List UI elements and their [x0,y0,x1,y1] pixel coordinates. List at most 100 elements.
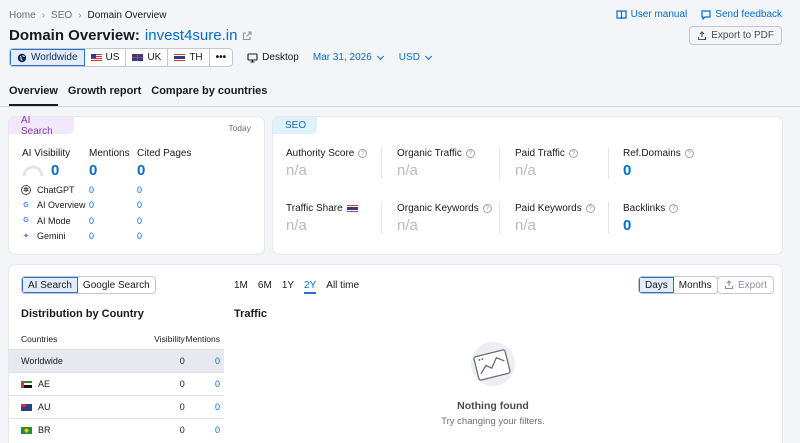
region-label: UK [147,52,162,63]
breadcrumb-home[interactable]: Home [9,10,36,21]
mentions-cell[interactable]: 0 [185,402,224,412]
mentions-cell[interactable]: 0 [185,425,224,435]
book-icon [615,9,627,19]
platform-cited[interactable]: 0 [137,185,142,195]
mentions-value[interactable]: 0 [89,162,97,179]
platform-mentions[interactable]: 0 [89,231,137,241]
ai-platform-list: ✲ ChatGPT 0 0 G AI Overview 0 0 G AI Mod… [21,182,251,244]
region-worldwide[interactable]: Worldwide [10,49,85,66]
months-toggle[interactable]: Months [674,277,717,293]
ai-search-details-card: AI Search Google Search 1M 6M 1Y 2Y All … [9,265,782,443]
us-flag-icon [90,54,102,61]
tab-compare-by-countries[interactable]: Compare by countries [151,85,267,106]
export-label: Export [738,279,767,291]
range-1m[interactable]: 1M [234,280,248,294]
currency-selector[interactable]: USD [399,52,432,63]
visibility-cell: 0 [179,356,185,366]
table-row[interactable]: Worldwide 0 0 [9,349,224,372]
table-header: Countries Visibility Mentions [9,329,224,349]
seo-tag: SEO [273,117,317,134]
range-6m[interactable]: 6M [258,280,272,294]
chevron-down-icon [424,52,432,60]
metric-value[interactable]: 0 [623,217,678,234]
table-row[interactable]: AE 0 0 [9,372,224,395]
distribution-title: Distribution by Country [21,308,144,320]
region-label: TH [189,52,203,63]
visibility-cell: 0 [179,379,185,389]
paid-keywords-metric: Paid Keywords? n/a [515,203,595,234]
platform-cited[interactable]: 0 [137,231,142,241]
info-icon[interactable]: ? [568,149,578,158]
ai-search-toggle[interactable]: AI Search [22,277,78,293]
breadcrumb-seo[interactable]: SEO [51,10,72,21]
platform-cited[interactable]: 0 [137,216,142,226]
google-search-toggle[interactable]: Google Search [78,277,155,293]
metric-value: n/a [515,217,536,234]
table-row[interactable]: AU 0 0 [9,395,224,418]
traffic-title: Traffic [234,308,268,320]
user-manual-link[interactable]: User manual [615,9,688,20]
info-icon[interactable]: ? [465,149,475,158]
platform-mentions[interactable]: 0 [89,200,137,210]
external-link-icon[interactable] [242,30,253,41]
tab-growth-report[interactable]: Growth report [68,85,141,106]
table-row[interactable]: BR 0 0 [9,418,224,441]
export-button[interactable]: Export [717,276,774,294]
traffic-share-metric: Traffic Share n/a [286,203,358,234]
metric-label: Ref.Domains [623,148,681,159]
divider [499,202,500,234]
page-title-text: Domain Overview: [9,27,140,44]
metric-label: Traffic Share [286,203,343,214]
info-icon[interactable]: ? [482,204,492,213]
days-toggle[interactable]: Days [639,277,674,293]
platform-mentions[interactable]: 0 [89,216,137,226]
ai-platform-row: ✦ Gemini 0 0 [21,229,251,245]
cited-pages-value[interactable]: 0 [137,162,145,179]
google-icon: G [23,217,29,225]
platform-mentions[interactable]: 0 [89,185,137,195]
country-table: Countries Visibility Mentions Worldwide … [9,329,224,441]
empty-chart-illustration-icon [471,342,515,386]
region-th[interactable]: TH [168,49,210,66]
info-icon[interactable]: ? [669,204,679,213]
metric-label: Paid Keywords [515,203,582,214]
mentions-cell[interactable]: 0 [185,379,224,389]
info-icon[interactable]: ? [358,149,368,158]
mentions-cell[interactable]: 0 [185,356,224,366]
date-selector[interactable]: Mar 31, 2026 [313,52,384,63]
info-icon[interactable]: ? [684,149,694,158]
range-all-time[interactable]: All time [326,280,359,294]
region-selector: Worldwide US UK TH ••• [9,48,234,67]
country-name: AU [38,402,51,412]
chevron-right-icon: › [41,10,46,21]
ai-search-card: AI Search Today AI Visibility 0 Mentions… [9,115,264,254]
ref-domains-metric: Ref.Domains? 0 [623,148,694,179]
metric-value[interactable]: 0 [623,162,694,179]
region-label: US [105,52,120,63]
country-name: BR [38,425,51,435]
region-uk[interactable]: UK [126,49,169,66]
tab-overview[interactable]: Overview [9,85,58,106]
ai-platform-row: G AI Overview 0 0 [21,198,251,214]
metric-label: Backlinks [623,203,666,214]
region-us[interactable]: US [85,49,127,66]
au-flag-icon [21,403,32,411]
ai-visibility-value[interactable]: 0 [51,162,59,179]
info-icon[interactable]: ? [585,204,595,213]
export-pdf-label: Export to PDF [711,30,774,41]
divider [608,147,609,179]
send-feedback-link[interactable]: Send feedback [701,9,782,20]
visibility-gauge-icon [22,165,44,177]
export-pdf-button[interactable]: Export to PDF [689,26,782,45]
range-2y[interactable]: 2Y [304,280,317,294]
backlinks-metric: Backlinks? 0 [623,203,679,234]
col-countries: Countries [21,334,58,344]
more-regions-button[interactable]: ••• [210,49,233,66]
range-1y[interactable]: 1Y [282,280,294,294]
device-selector[interactable]: Desktop [247,52,299,63]
platform-cited[interactable]: 0 [137,200,142,210]
seo-card: SEO Authority Score? n/a Organic Traffic… [273,117,782,254]
user-manual-label: User manual [630,9,688,20]
domain-name[interactable]: invest4sure.in [145,27,238,44]
globe-icon [17,53,27,62]
